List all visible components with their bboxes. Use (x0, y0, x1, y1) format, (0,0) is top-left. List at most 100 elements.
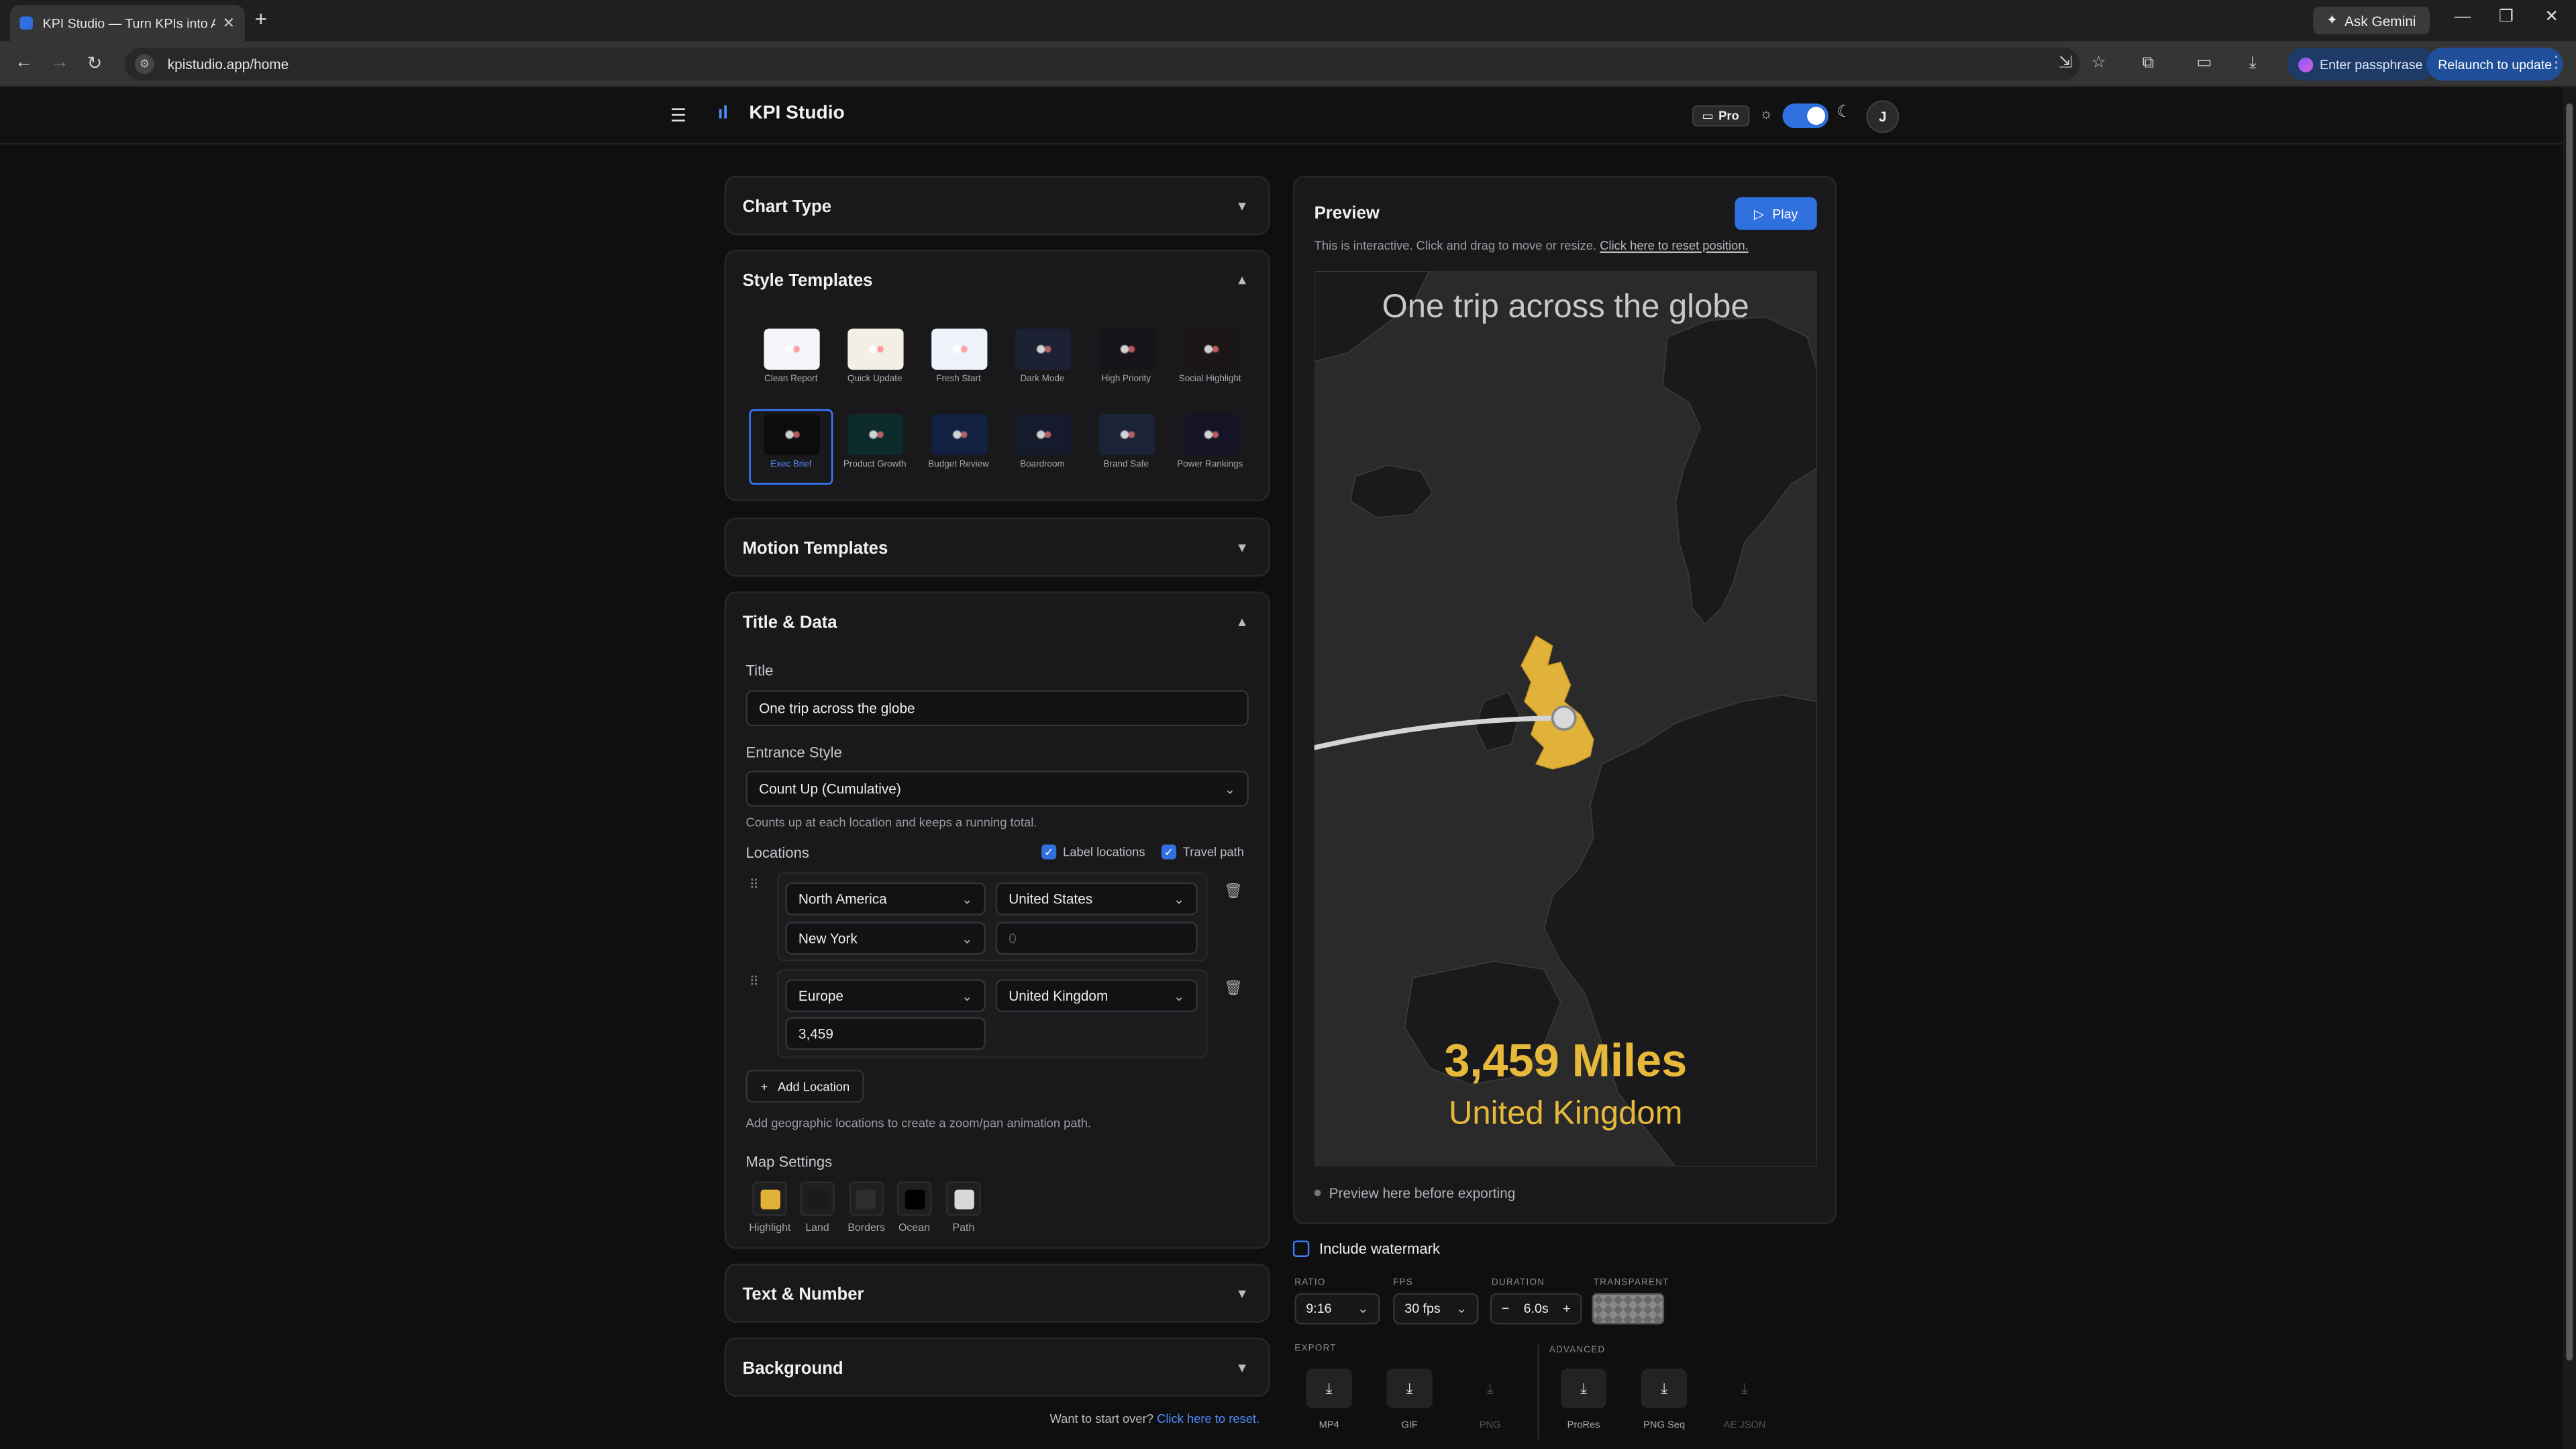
motion-templates-section[interactable]: Motion Templates ▼ (724, 517, 1270, 577)
export-png-seq-button[interactable]: ⤓ PNG Seq (1633, 1362, 1696, 1435)
template-dark-mode[interactable]: Dark Mode (1000, 326, 1084, 398)
drag-handle-icon[interactable]: ⠿ (749, 975, 758, 989)
reset-position-link[interactable]: Click here to reset position. (1600, 238, 1748, 253)
travel-path-checkbox[interactable]: ✓ Travel path (1161, 844, 1244, 860)
title-input[interactable]: One trip across the globe (745, 690, 1249, 727)
ratio-select[interactable]: 9:16 ⌄ (1294, 1293, 1380, 1325)
chevron-down-icon[interactable]: ▼ (1235, 540, 1248, 555)
export-mp4-button[interactable]: ⤓ MP4 (1298, 1362, 1360, 1435)
theme-toggle[interactable] (1782, 103, 1828, 128)
template-boardroom[interactable]: Boardroom (1000, 411, 1084, 483)
template-social-highlight[interactable]: Social Highlight (1168, 326, 1252, 398)
bookmark-star-icon[interactable]: ☆ (2092, 54, 2106, 72)
site-info-icon[interactable]: ⚙ (134, 54, 155, 74)
reload-icon[interactable]: ↻ (87, 52, 103, 74)
template-fresh-start[interactable]: Fresh Start (917, 326, 1000, 398)
big-value[interactable]: 3,459 Miles (1315, 1035, 1817, 1087)
text-number-section[interactable]: Text & Number ▼ (724, 1263, 1270, 1323)
transparent-toggle[interactable] (1592, 1293, 1665, 1325)
restore-icon[interactable]: ❐ (2499, 8, 2514, 26)
back-icon[interactable]: ← (15, 52, 33, 72)
swatch-box[interactable] (946, 1181, 981, 1216)
swatch-highlight[interactable]: Highlight (749, 1181, 790, 1234)
style-templates-section: Style Templates ▲ Clean Report Quick Updat… (724, 250, 1270, 501)
country-select[interactable]: United Kingdom ⌄ (995, 979, 1198, 1013)
page-scrollbar[interactable] (2563, 87, 2576, 1449)
region-select[interactable]: North America ⌄ (785, 882, 986, 915)
chevron-up-icon[interactable]: ▲ (1235, 272, 1248, 287)
duration-stepper[interactable]: −6.0s + (1490, 1293, 1582, 1325)
scrollbar-thumb[interactable] (2566, 103, 2573, 1361)
city-select[interactable]: New York ⌄ (785, 921, 986, 955)
value-input[interactable]: 0 (995, 921, 1198, 955)
reset-link[interactable]: Click here to reset. (1157, 1411, 1259, 1426)
template-brand-safe[interactable]: Brand Safe (1084, 411, 1168, 483)
download-icon[interactable]: ⤓ (2249, 54, 2257, 72)
trash-icon[interactable]: 🗑 (1224, 883, 1243, 901)
big-subtitle[interactable]: United Kingdom (1315, 1096, 1817, 1134)
play-button[interactable]: ▷ Play (1735, 197, 1817, 230)
drag-handle-icon[interactable]: ⠿ (749, 877, 758, 892)
enter-passphrase-button[interactable]: Enter passphrase (2287, 48, 2434, 81)
swatch-ocean[interactable]: Ocean (896, 1181, 932, 1234)
watermark-checkbox[interactable]: Include watermark (1292, 1240, 1440, 1257)
cast-icon[interactable]: ▭ (2196, 54, 2212, 72)
hamburger-menu-icon[interactable]: ☰ (670, 105, 686, 126)
menu-kebab-icon[interactable]: ⋮ (2548, 54, 2564, 72)
chevron-down-icon[interactable]: ▼ (1235, 1360, 1248, 1375)
value-input[interactable]: 3,459 (785, 1017, 986, 1050)
section-title: Text & Number (742, 1284, 864, 1304)
minimize-icon[interactable]: — (2455, 8, 2471, 26)
export-ae-json-button[interactable]: ⤓ AE JSON (1714, 1362, 1776, 1435)
country-select[interactable]: United States ⌄ (995, 882, 1198, 915)
relaunch-button[interactable]: Relaunch to update (2426, 48, 2564, 81)
map-title[interactable]: One trip across the globe (1315, 289, 1817, 327)
transparent-label: TRANSPARENT (1593, 1278, 1669, 1289)
trash-icon[interactable]: 🗑 (1224, 979, 1243, 997)
swatch-land[interactable]: Land (800, 1181, 835, 1234)
export-png-button[interactable]: ⤓ PNG (1459, 1362, 1521, 1435)
template-clean-report[interactable]: Clean Report (749, 326, 833, 398)
address-bar[interactable]: ⚙ kpistudio.app/home (125, 48, 2080, 81)
avatar[interactable]: J (1866, 100, 1900, 134)
template-exec-brief[interactable]: Exec Brief (749, 409, 833, 485)
install-app-icon[interactable]: ⇲ (2059, 54, 2073, 72)
export-prores-button[interactable]: ⤓ ProRes (1553, 1362, 1615, 1435)
region-value: Europe (798, 987, 844, 1004)
extensions-icon[interactable]: ⧉ (2143, 54, 2154, 72)
label-locations-checkbox[interactable]: ✓ Label locations (1041, 844, 1145, 860)
chevron-down-icon[interactable]: ▼ (1235, 199, 1248, 213)
close-window-icon[interactable]: ✕ (2544, 8, 2559, 26)
chart-type-section[interactable]: Chart Type ▼ (724, 175, 1270, 236)
close-tab-icon[interactable]: ✕ (223, 14, 235, 32)
template-power-rankings[interactable]: Power Rankings (1168, 411, 1252, 483)
template-budget-review[interactable]: Budget Review (917, 411, 1000, 483)
entrance-style-select[interactable]: Count Up (Cumulative) ⌄ (745, 770, 1249, 807)
template-high-priority[interactable]: High Priority (1084, 326, 1168, 398)
map-canvas[interactable]: One trip across the globe 3,459 Miles Un… (1314, 270, 1817, 1167)
swatch-box[interactable] (800, 1181, 835, 1216)
template-product-growth[interactable]: Product Growth (833, 411, 917, 483)
browser-tab[interactable]: KPI Studio — Turn KPIs into An ✕ (9, 5, 245, 42)
ask-gemini-button[interactable]: ✦ Ask Gemini (2313, 6, 2430, 35)
minus-icon[interactable]: − (1502, 1301, 1509, 1316)
new-tab-button[interactable]: + (254, 7, 267, 32)
fps-select[interactable]: 30 fps ⌄ (1393, 1293, 1479, 1325)
background-section[interactable]: Background ▼ (724, 1337, 1270, 1397)
brand-name[interactable]: KPI Studio (749, 103, 844, 123)
template-thumbnail (930, 413, 987, 456)
plus-icon[interactable]: + (1563, 1301, 1570, 1316)
forward-icon[interactable]: → (51, 52, 69, 72)
template-quick-update[interactable]: Quick Update (833, 326, 917, 398)
export-gif-button[interactable]: ⤓ GIF (1378, 1362, 1441, 1435)
country-value: United States (1009, 890, 1093, 907)
add-location-button[interactable]: + Add Location (745, 1069, 865, 1103)
region-select[interactable]: Europe ⌄ (785, 979, 986, 1013)
swatch-borders[interactable]: Borders (847, 1181, 885, 1234)
chevron-down-icon[interactable]: ▼ (1235, 1287, 1248, 1301)
chevron-up-icon[interactable]: ▲ (1235, 615, 1248, 630)
swatch-path[interactable]: Path (946, 1181, 981, 1234)
swatch-box[interactable] (752, 1181, 788, 1216)
swatch-box[interactable] (849, 1181, 884, 1216)
swatch-box[interactable] (896, 1181, 932, 1216)
